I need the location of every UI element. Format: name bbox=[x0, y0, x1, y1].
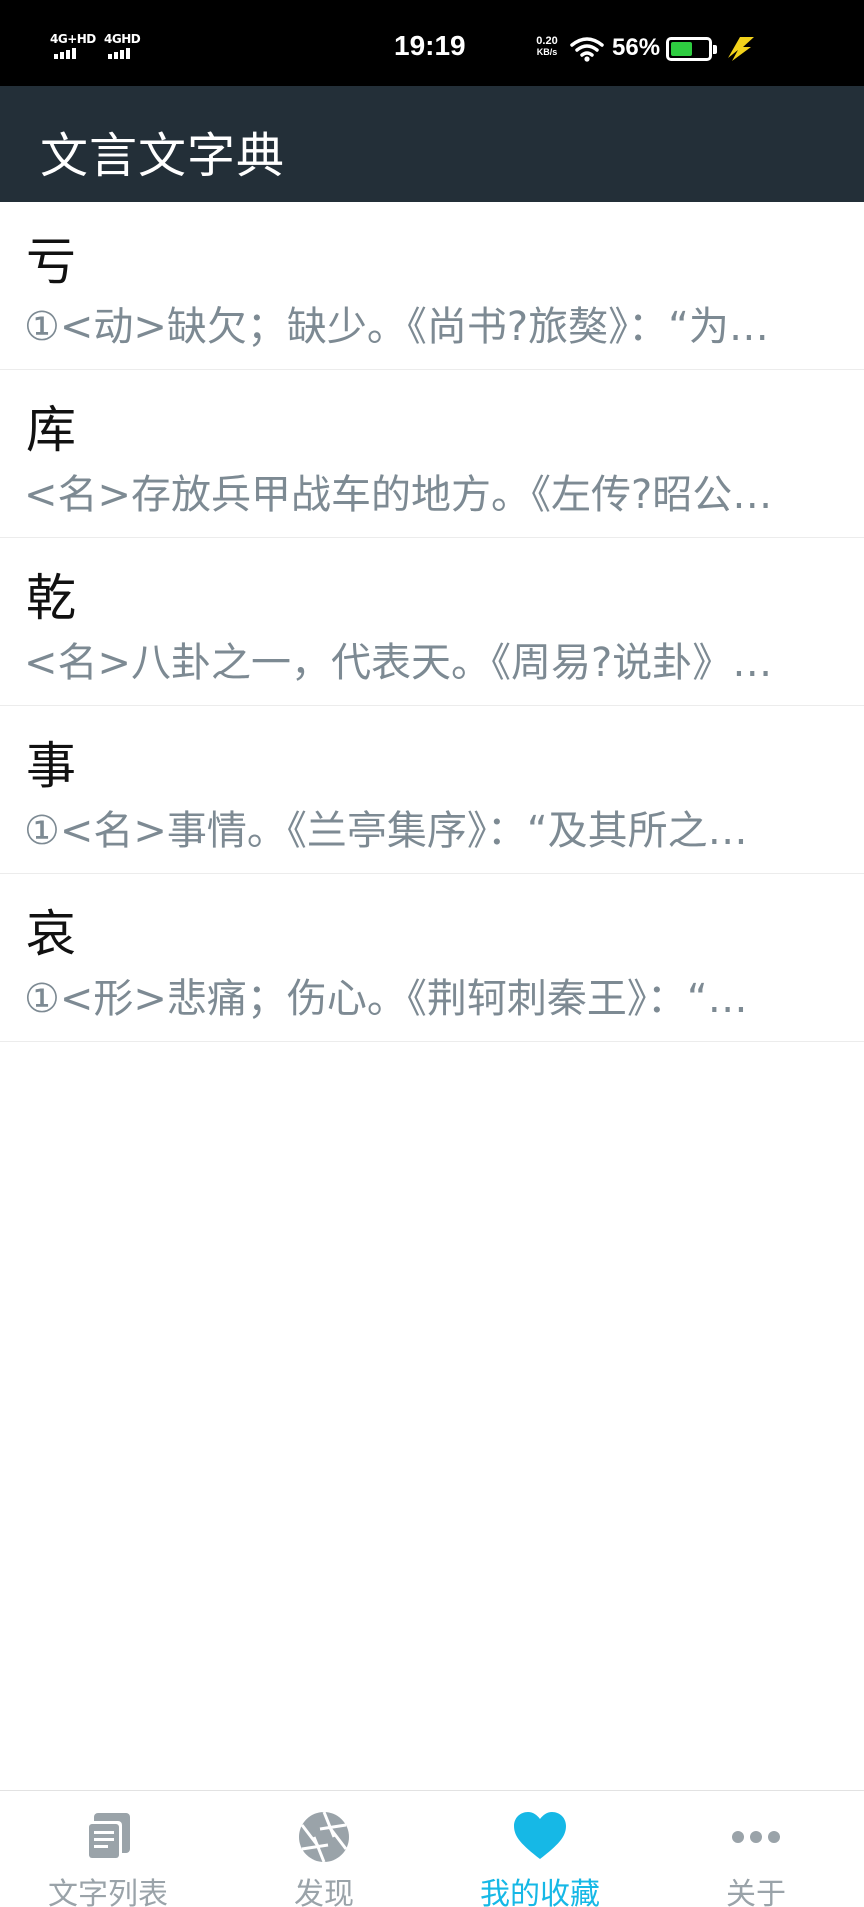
entry-definition: ①<动>缺欠；缺少。《尚书?旅獒》：“为… bbox=[24, 304, 769, 350]
app-title: 文言文字典 bbox=[40, 128, 286, 184]
nav-label: 文字列表 bbox=[48, 1877, 168, 1907]
list-item[interactable]: 乾 <名>八卦之一，代表天。《周易?说卦》… bbox=[0, 538, 864, 706]
nav-item-character-list[interactable]: 文字列表 bbox=[0, 1791, 216, 1907]
wifi-icon bbox=[570, 37, 604, 62]
network-speed-value: 0.20 bbox=[536, 35, 558, 47]
battery-icon bbox=[666, 37, 717, 61]
entry-character: 亏 bbox=[26, 233, 76, 291]
nav-item-favorites[interactable]: 我的收藏 bbox=[432, 1791, 648, 1907]
nav-item-discover[interactable]: 发现 bbox=[216, 1791, 432, 1907]
list-item[interactable]: 哀 ①<形>悲痛；伤心。《荆轲刺秦王》：“… bbox=[0, 874, 864, 1042]
nav-label: 关于 bbox=[726, 1877, 786, 1907]
network-speed: 0.20 KB/s bbox=[532, 36, 562, 58]
heart-icon bbox=[514, 1812, 566, 1859]
screen: 4G+HD 4GHD 19:19 0.20 KB/s 56% 文言文字典 亏 ①… bbox=[0, 0, 864, 1907]
list-document-icon bbox=[86, 1813, 130, 1861]
more-dots-icon bbox=[732, 1831, 780, 1843]
network-1-label: 4G+HD bbox=[50, 32, 96, 46]
network-2-label: 4GHD bbox=[104, 32, 141, 46]
nav-label: 我的收藏 bbox=[480, 1877, 600, 1907]
favorites-list: 亏 ①<动>缺欠；缺少。《尚书?旅獒》：“为… 库 <名>存放兵甲战车的地方。《… bbox=[0, 202, 864, 1042]
aperture-icon bbox=[299, 1811, 349, 1863]
entry-definition: <名>八卦之一，代表天。《周易?说卦》… bbox=[24, 640, 773, 686]
charging-bolt-icon bbox=[728, 37, 754, 61]
signal-1-icon: 4G+HD bbox=[50, 32, 96, 62]
list-item[interactable]: 事 ①<名>事情。《兰亭集序》：“及其所之… bbox=[0, 706, 864, 874]
list-item[interactable]: 亏 ①<动>缺欠；缺少。《尚书?旅獒》：“为… bbox=[0, 202, 864, 370]
entry-definition: ①<名>事情。《兰亭集序》：“及其所之… bbox=[24, 808, 748, 854]
status-time: 19:19 bbox=[394, 30, 466, 61]
entry-definition: ①<形>悲痛；伤心。《荆轲刺秦王》：“… bbox=[24, 976, 748, 1022]
battery-percent: 56% bbox=[612, 34, 661, 61]
nav-item-about[interactable]: 关于 bbox=[648, 1791, 864, 1907]
battery-level bbox=[671, 42, 692, 56]
app-bar: 文言文字典 bbox=[0, 86, 864, 202]
nav-label: 发现 bbox=[294, 1877, 354, 1907]
network-speed-unit: KB/s bbox=[536, 47, 558, 57]
entry-character: 库 bbox=[26, 401, 76, 459]
entry-definition: <名>存放兵甲战车的地方。《左传?昭公… bbox=[24, 472, 773, 518]
entry-character: 乾 bbox=[26, 569, 76, 627]
entry-character: 哀 bbox=[26, 905, 76, 963]
list-item[interactable]: 库 <名>存放兵甲战车的地方。《左传?昭公… bbox=[0, 370, 864, 538]
signal-2-icon: 4GHD bbox=[104, 32, 144, 62]
entry-character: 事 bbox=[26, 737, 76, 795]
status-bar: 4G+HD 4GHD 19:19 0.20 KB/s 56% bbox=[0, 0, 864, 86]
bottom-nav: 文字列表 发现 我的收藏 关于 bbox=[0, 1790, 864, 1907]
